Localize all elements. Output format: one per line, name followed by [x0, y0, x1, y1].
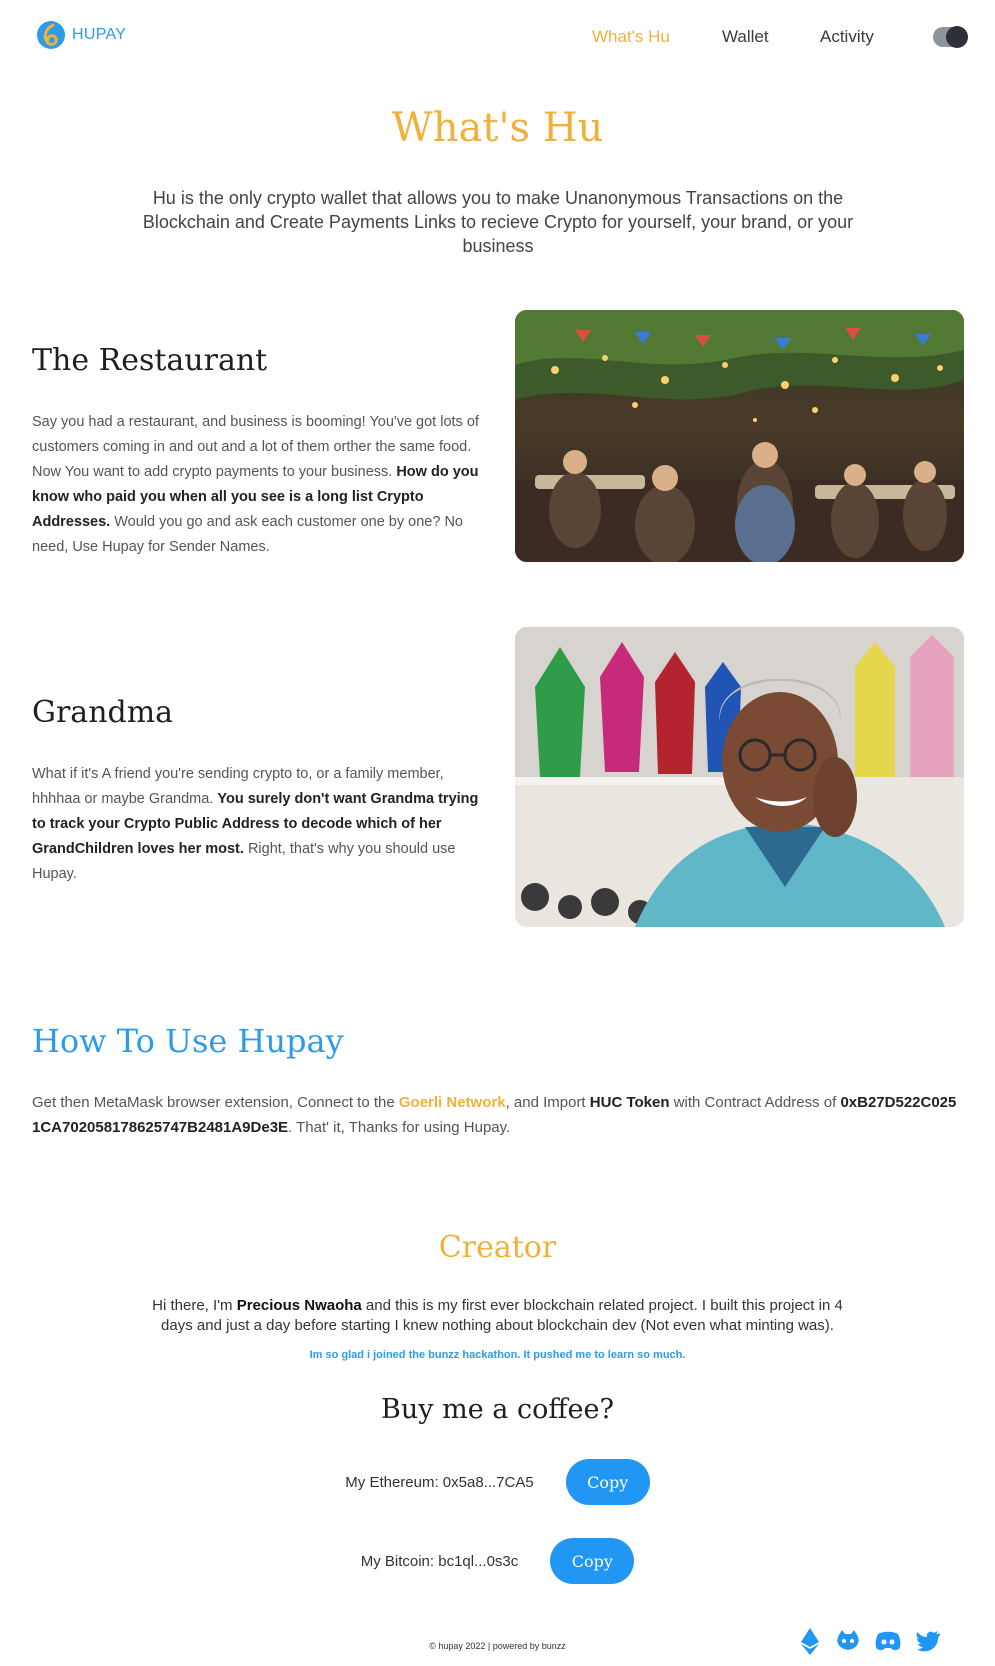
howto-title: How To Use Hupay	[32, 1022, 344, 1060]
feature-text-restaurant: Say you had a restaurant, and business i…	[32, 410, 480, 560]
twitter-icon[interactable]	[913, 1626, 943, 1656]
network-name: Goerli Network	[398, 1094, 506, 1111]
nav-wallet[interactable]: Wallet	[722, 27, 769, 47]
ethereum-address: My Ethereum: 0x5a8...7CA5	[345, 1473, 534, 1491]
bitcoin-address: My Bitcoin: bc1ql...0s3c	[360, 1552, 519, 1570]
github-icon[interactable]	[833, 1626, 863, 1656]
bitcoin-wallet-row: My Bitcoin: bc1ql...0s3c Copy	[0, 1538, 995, 1584]
copy-bitcoin-button[interactable]: Copy	[550, 1538, 635, 1584]
brand-logo[interactable]: HUPAY	[36, 20, 126, 50]
howto-text-part: . That' it, Thanks for using Hupay.	[288, 1119, 511, 1136]
top-nav: HUPAY What's Hu Wallet Activity	[0, 0, 995, 74]
creator-note: Im so glad i joined the bunzz hackathon.…	[309, 1349, 686, 1361]
discord-icon[interactable]	[873, 1626, 903, 1656]
howto-text-part: , and Import	[505, 1094, 590, 1111]
restaurant-photo	[515, 310, 964, 562]
nav-whats-hu[interactable]: What's Hu	[592, 27, 670, 47]
grandma-photo	[515, 627, 964, 927]
token-name: HUC Token	[589, 1094, 670, 1111]
hupay-logo-icon	[37, 21, 65, 49]
theme-toggle[interactable]	[933, 26, 968, 48]
howto-text-part: with Contract Address of	[669, 1094, 841, 1111]
creator-text-part: Hi there, I'm	[152, 1297, 237, 1314]
brand-name: HUPAY	[72, 26, 127, 43]
creator-text: Hi there, I'm Precious Nwaoha and this i…	[135, 1296, 860, 1336]
howto-text-part: Get then MetaMask browser extension, Con…	[32, 1094, 399, 1111]
feature-text-grandma: What if it's A friend you're sending cry…	[32, 762, 480, 887]
howto-text: Get then MetaMask browser extension, Con…	[32, 1090, 964, 1140]
feature-title-restaurant: The Restaurant	[32, 343, 268, 378]
hero-title: What's Hu	[391, 105, 604, 151]
hero-description: Hu is the only crypto wallet that allows…	[142, 188, 854, 256]
coffee-title: Buy me a coffee?	[381, 1394, 614, 1425]
toggle-knob	[946, 26, 968, 48]
feature-title-grandma: Grandma	[32, 695, 174, 730]
nav-activity[interactable]: Activity	[820, 27, 874, 47]
creator-name: Precious Nwaoha	[236, 1297, 362, 1314]
ethereum-icon[interactable]	[795, 1626, 825, 1656]
copy-ethereum-button[interactable]: Copy	[565, 1459, 650, 1505]
ethereum-wallet-row: My Ethereum: 0x5a8...7CA5 Copy	[0, 1459, 995, 1505]
creator-title: Creator	[438, 1230, 557, 1265]
